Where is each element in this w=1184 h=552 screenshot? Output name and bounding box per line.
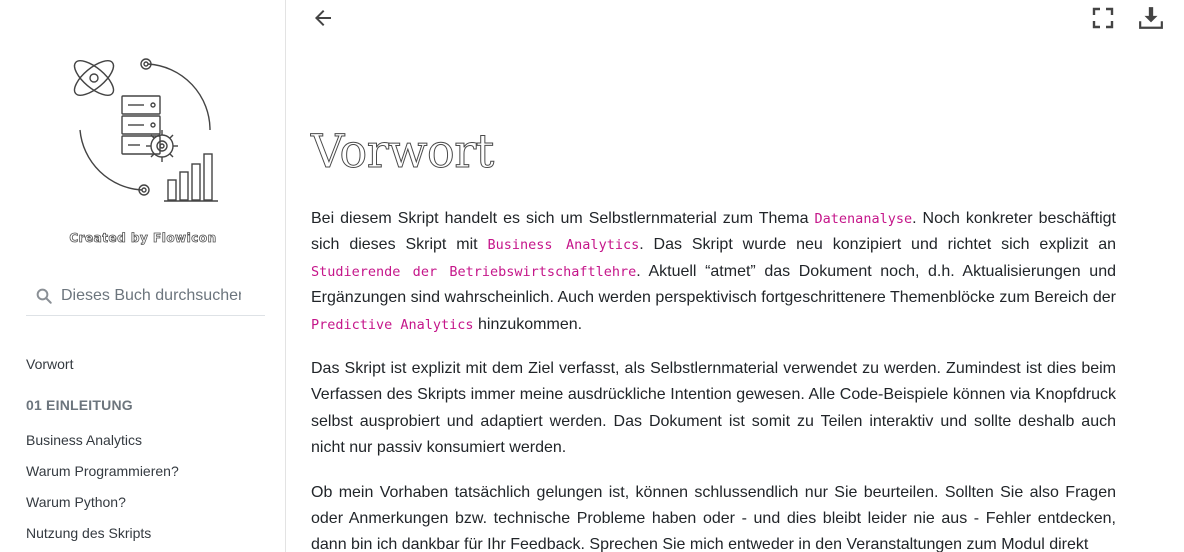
search-icon <box>36 288 52 304</box>
toc-item-warum-python[interactable]: Warum Python? <box>26 492 276 523</box>
paragraph-selbstlern: Das Skript ist explizit mit dem Ziel ver… <box>311 360 1116 457</box>
analytics-logo-icon <box>73 58 218 202</box>
gear-icon <box>146 130 178 162</box>
article-body: Bei diesem Skript handelt es sich um Sel… <box>311 206 1116 552</box>
code-business-analytics: Business Analytics <box>487 237 640 254</box>
code-datenanalyse: Datenanalyse <box>814 211 913 227</box>
toc-item-nutzung-des-skripts[interactable]: Nutzung des Skripts <box>26 523 276 552</box>
paragraph-intro: Bei diesem Skript handelt es sich um Sel… <box>311 206 1116 338</box>
search-input[interactable] <box>61 287 241 305</box>
code-predictive-analytics: Predictive Analytics <box>311 316 474 333</box>
app-root: Created by Flowicon Vorwort 01 EINLEITUN… <box>0 0 1184 552</box>
back-button[interactable] <box>311 6 335 30</box>
toc-item-business-analytics[interactable]: Business Analytics <box>26 430 276 461</box>
search-box[interactable] <box>26 277 265 316</box>
download-button[interactable] <box>1138 5 1164 31</box>
code-studierende: Studierende der Betriebswirtschaftlehre <box>311 263 637 280</box>
logo-caption: Created by Flowicon <box>69 231 217 246</box>
toc-item-vorwort[interactable]: Vorwort <box>26 354 276 385</box>
text-span: . Das Skript wurde neu konzipiert und ri… <box>639 236 1117 254</box>
sidebar: Created by Flowicon Vorwort 01 EINLEITUN… <box>0 0 286 552</box>
main-content: Vorwort Bei diesem Skript handelt es sic… <box>287 0 1184 552</box>
download-icon <box>1139 7 1163 29</box>
paragraph-feedback: Ob mein Vorhaben tatsächlich gelungen is… <box>311 483 1116 552</box>
toc-chapter-einleitung[interactable]: 01 EINLEITUNG <box>26 395 276 430</box>
table-of-contents: Vorwort 01 EINLEITUNG Business Analytics… <box>26 354 276 552</box>
text-span: Bei diesem Skript handelt es sich um Sel… <box>311 210 815 227</box>
atom-icon <box>73 60 115 96</box>
text-span: hinzukommen. <box>473 315 583 333</box>
book-logo[interactable] <box>60 50 230 210</box>
fullscreen-icon <box>1092 7 1114 29</box>
arrow-left-icon <box>315 10 331 26</box>
toc-item-warum-programmieren[interactable]: Warum Programmieren? <box>26 461 276 492</box>
page-title: Vorwort <box>311 124 495 179</box>
fullscreen-button[interactable] <box>1091 6 1115 30</box>
server-icon <box>121 95 161 155</box>
bar-chart-icon <box>164 153 218 202</box>
